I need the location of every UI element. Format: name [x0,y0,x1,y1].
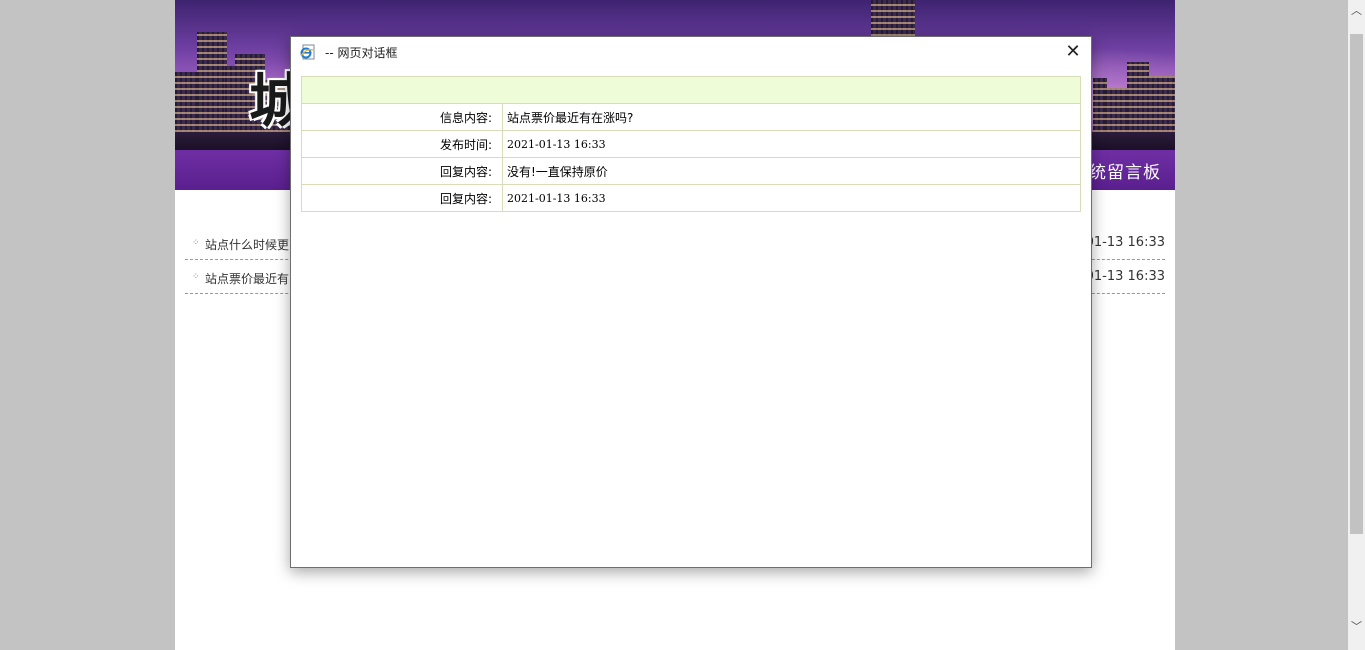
row-value: 2021-01-13 16:33 [502,130,1081,158]
bullet-icon: ⁘ [192,272,200,282]
message-time: 01-13 16:33 [1085,269,1165,284]
row-label: 发布时间: [301,130,503,158]
dialog-titlebar: -- 网页对话框 ✕ [291,37,1091,67]
message-time: 01-13 16:33 [1085,235,1165,250]
row-value: 没有!一直保持原价 [502,157,1081,185]
table-header-cell [301,76,1081,104]
vertical-scrollbar[interactable]: ︿ ﹀ [1348,0,1365,650]
table-row: 回复内容: 2021-01-13 16:33 [301,184,1081,212]
close-icon[interactable]: ✕ [1061,40,1085,64]
table-row: 信息内容: 站点票价最近有在涨吗? [301,103,1081,131]
nav-title: 统留言板 [1089,163,1161,183]
row-value: 2021-01-13 16:33 [502,184,1081,212]
row-label: 信息内容: [301,103,503,131]
web-page-dialog: -- 网页对话框 ✕ 信息内容: 站点票价最近有在涨吗? 发布时间: 2021-… [290,36,1092,568]
bullet-icon: ⁘ [192,238,200,248]
row-label: 回复内容: [301,184,503,212]
message-detail-table: 信息内容: 站点票价最近有在涨吗? 发布时间: 2021-01-13 16:33… [301,76,1081,212]
ie-page-icon [300,44,316,60]
dialog-title: -- 网页对话框 [325,46,398,60]
table-row: 发布时间: 2021-01-13 16:33 [301,130,1081,158]
scroll-up-icon[interactable]: ︿ [1348,2,1365,19]
scroll-thumb[interactable] [1350,34,1363,534]
row-value: 站点票价最近有在涨吗? [502,103,1081,131]
scroll-down-icon[interactable]: ﹀ [1348,618,1365,635]
message-subject[interactable]: 站点什么时候更 [205,236,289,253]
message-subject[interactable]: 站点票价最近有 [205,270,289,287]
table-row: 回复内容: 没有!一直保持原价 [301,157,1081,185]
row-label: 回复内容: [301,157,503,185]
table-header-row [301,76,1081,104]
